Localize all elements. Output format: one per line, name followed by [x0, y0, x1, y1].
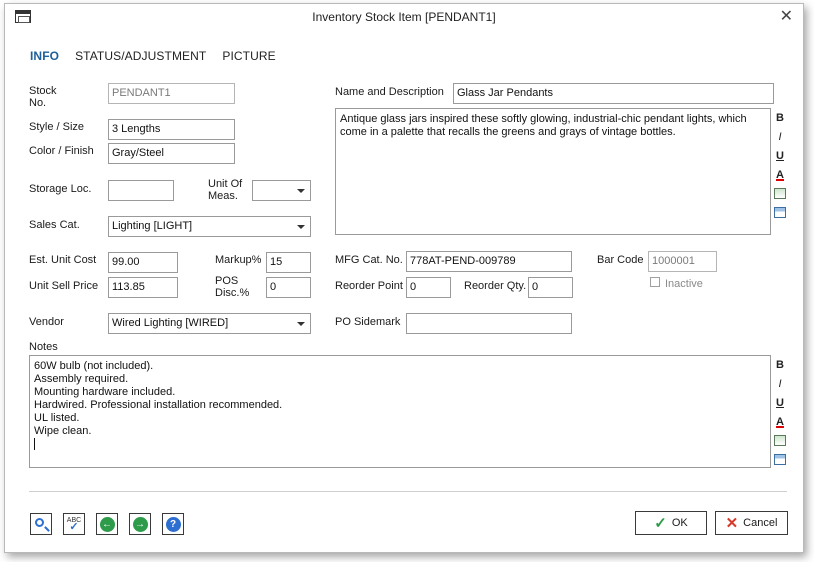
color-finish-field[interactable]: Gray/Steel	[108, 143, 235, 164]
sales-cat-label: Sales Cat.	[29, 219, 80, 231]
arrow-right-icon: →	[132, 516, 148, 532]
style-size-field[interactable]: 3 Lengths	[108, 119, 235, 140]
help-icon: ?	[165, 516, 181, 532]
italic-button[interactable]: I	[773, 376, 787, 392]
close-icon[interactable]: ✕	[780, 6, 793, 26]
previous-record-button[interactable]: ←	[96, 513, 118, 535]
markup-field[interactable]: 15	[266, 252, 311, 273]
po-sidemark-field[interactable]	[406, 313, 572, 334]
color-finish-label: Color / Finish	[29, 145, 94, 157]
help-button[interactable]: ?	[162, 513, 184, 535]
cancel-label: Cancel	[743, 517, 778, 529]
est-unit-cost-label: Est. Unit Cost	[29, 254, 97, 266]
bold-button[interactable]: B	[773, 110, 787, 126]
font-color-button[interactable]: A	[773, 414, 787, 430]
notes-line: Wipe clean.	[34, 425, 92, 437]
style-size-label: Style / Size	[29, 121, 85, 133]
storage-loc-field[interactable]	[108, 180, 174, 201]
inactive-label: Inactive	[665, 278, 703, 290]
est-unit-cost-field[interactable]: 99.00	[108, 252, 178, 273]
tab-info[interactable]: INFO	[30, 49, 59, 63]
description-textarea[interactable]: Antique glass jars inspired these softly…	[335, 108, 771, 235]
footer-divider	[29, 491, 787, 492]
tab-picture[interactable]: PICTURE	[222, 49, 275, 63]
inventory-stock-item-dialog: Inventory Stock Item [PENDANT1] ✕ INFO S…	[4, 3, 804, 553]
insert-picture-icon[interactable]	[773, 433, 787, 449]
unit-sell-price-label: Unit Sell Price	[29, 280, 99, 292]
notes-line: Mounting hardware included.	[34, 386, 176, 398]
tab-status-adjustment[interactable]: STATUS/ADJUSTMENT	[75, 49, 206, 63]
tab-bar: INFO STATUS/ADJUSTMENT PICTURE	[30, 49, 276, 63]
underline-button[interactable]: U	[773, 148, 787, 164]
window-title: Inventory Stock Item [PENDANT1]	[312, 10, 496, 24]
reorder-point-field[interactable]: 0	[406, 277, 451, 298]
notes-line: Hardwired. Professional installation rec…	[34, 399, 283, 411]
vendor-label: Vendor	[29, 316, 64, 328]
name-description-label: Name and Description	[335, 86, 444, 98]
mfg-cat-no-label: MFG Cat. No.	[335, 254, 403, 266]
italic-button[interactable]: I	[773, 129, 787, 145]
bar-code-field[interactable]: 1000001	[648, 251, 717, 272]
chevron-down-icon	[297, 225, 305, 229]
print-icon[interactable]	[773, 452, 787, 468]
name-field[interactable]: Glass Jar Pendants	[453, 83, 774, 104]
insert-picture-icon[interactable]	[773, 186, 787, 202]
spell-check-button[interactable]: ABC ✓	[63, 513, 85, 535]
unit-sell-price-field[interactable]: 113.85	[108, 277, 178, 298]
sales-cat-value: Lighting [LIGHT]	[112, 220, 193, 232]
bold-button[interactable]: B	[773, 357, 787, 373]
description-format-toolbar: B I U A	[772, 110, 788, 221]
checkmark-icon: ✓	[69, 521, 79, 533]
stock-no-label: Stock No.	[29, 85, 57, 109]
title-bar: Inventory Stock Item [PENDANT1] ✕	[5, 4, 803, 30]
text-cursor	[34, 438, 35, 450]
notes-textarea[interactable]: 60W bulb (not included). Assembly requir…	[29, 355, 771, 468]
print-icon[interactable]	[773, 205, 787, 221]
mfg-cat-no-field[interactable]: 778AT-PEND-009789	[406, 251, 572, 272]
inactive-checkbox[interactable]	[650, 277, 660, 287]
chevron-down-icon	[297, 189, 305, 193]
notes-format-toolbar: B I U A	[772, 357, 788, 468]
search-button[interactable]	[30, 513, 52, 535]
arrow-left-icon: ←	[99, 516, 115, 532]
bar-code-label: Bar Code	[597, 254, 644, 266]
cancel-x-icon: ✕	[725, 515, 739, 532]
po-sidemark-label: PO Sidemark	[335, 316, 401, 328]
storage-loc-label: Storage Loc.	[29, 183, 92, 195]
chevron-down-icon	[297, 322, 305, 326]
next-record-button[interactable]: →	[129, 513, 151, 535]
spell-check-icon: ABC ✓	[67, 517, 81, 533]
vendor-value: Wired Lighting [WIRED]	[112, 317, 229, 329]
reorder-qty-label: Reorder Qty.	[464, 280, 527, 292]
markup-label: Markup%	[215, 254, 262, 266]
checkmark-icon: ✓	[654, 515, 667, 532]
font-color-button[interactable]: A	[773, 167, 787, 183]
notes-line: UL listed.	[34, 412, 80, 424]
notes-label: Notes	[29, 341, 58, 353]
ok-button[interactable]: ✓ OK	[635, 511, 707, 535]
reorder-point-label: Reorder Point	[335, 280, 403, 292]
unit-of-meas-label: Unit Of Meas.	[208, 178, 243, 202]
vendor-select[interactable]: Wired Lighting [WIRED]	[108, 313, 311, 334]
cancel-button[interactable]: ✕ Cancel	[715, 511, 788, 535]
ok-label: OK	[671, 517, 688, 529]
stock-no-field[interactable]: PENDANT1	[108, 83, 235, 104]
search-icon	[35, 518, 44, 527]
pos-disc-field[interactable]: 0	[266, 277, 311, 298]
sales-cat-select[interactable]: Lighting [LIGHT]	[108, 216, 311, 237]
reorder-qty-field[interactable]: 0	[528, 277, 573, 298]
unit-of-meas-select[interactable]	[252, 180, 311, 201]
notes-line: Assembly required.	[34, 373, 129, 385]
underline-button[interactable]: U	[773, 395, 787, 411]
pos-disc-label: POS Disc.%	[215, 275, 250, 299]
notes-line: 60W bulb (not included).	[34, 360, 154, 372]
